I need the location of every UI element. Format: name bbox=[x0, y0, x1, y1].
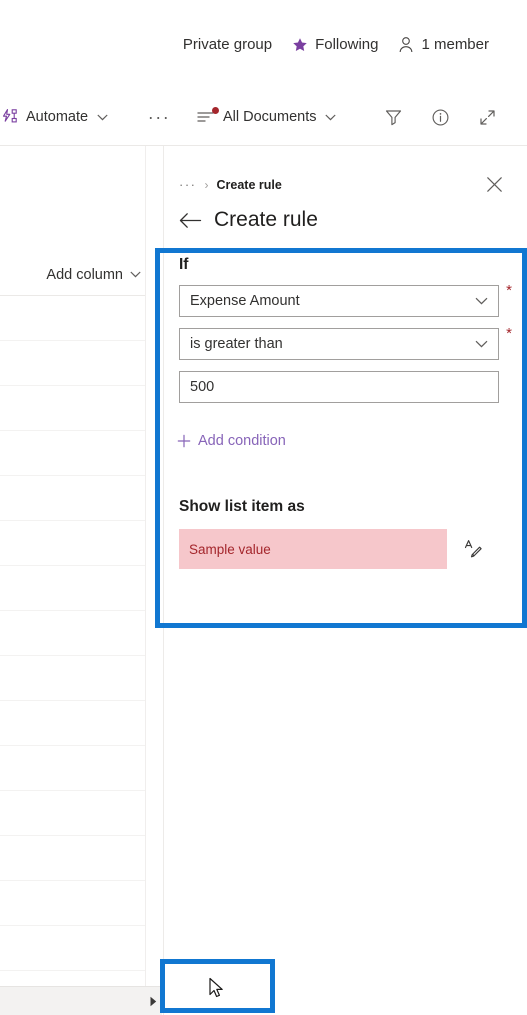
members-button[interactable]: 1 member bbox=[398, 36, 489, 53]
view-selector-wrap: All Documents bbox=[190, 97, 343, 137]
operator-select[interactable]: is greater than bbox=[179, 328, 499, 360]
add-condition-label: Add condition bbox=[198, 433, 286, 449]
command-bar: Automate ··· All Documents bbox=[0, 89, 527, 146]
if-label: If bbox=[179, 256, 189, 273]
add-column-button[interactable]: Add column bbox=[46, 267, 145, 283]
privacy-label: Private group bbox=[183, 36, 272, 53]
table-row[interactable] bbox=[0, 926, 145, 971]
view-list-icon bbox=[197, 107, 219, 124]
scroll-right-arrow-icon[interactable] bbox=[144, 987, 162, 1015]
table-row[interactable] bbox=[0, 566, 145, 611]
expand-button[interactable] bbox=[468, 97, 506, 137]
flow-automate-icon bbox=[2, 108, 17, 123]
format-text-pen-icon bbox=[464, 540, 482, 558]
sample-value-text: Sample value bbox=[189, 541, 271, 557]
page-title: Create rule bbox=[214, 208, 318, 231]
table-row[interactable] bbox=[0, 881, 145, 926]
amount-input-value: 500 bbox=[190, 379, 215, 395]
table-row[interactable] bbox=[0, 386, 145, 431]
table-row[interactable] bbox=[0, 341, 145, 386]
view-selector-button[interactable]: All Documents bbox=[190, 97, 343, 137]
following-button[interactable]: Following bbox=[292, 36, 378, 53]
operator-required-asterisk: * bbox=[506, 325, 512, 342]
person-icon bbox=[400, 37, 413, 53]
automate-label: Automate bbox=[26, 109, 89, 125]
table-row[interactable] bbox=[0, 521, 145, 566]
chevron-down-icon bbox=[97, 114, 108, 120]
add-column-label: Add column bbox=[46, 266, 123, 283]
automate-button[interactable]: Automate bbox=[0, 97, 115, 137]
add-column-header-cell: Add column bbox=[0, 254, 145, 296]
list-rows bbox=[0, 296, 145, 971]
table-row[interactable] bbox=[0, 431, 145, 476]
breadcrumb-separator: › bbox=[204, 177, 209, 192]
add-condition-button[interactable]: Add condition bbox=[177, 433, 286, 449]
panel-back-button[interactable] bbox=[179, 212, 202, 229]
panel-close-button[interactable] bbox=[479, 169, 509, 199]
table-row[interactable] bbox=[0, 791, 145, 836]
table-row[interactable] bbox=[0, 656, 145, 701]
column-select-value: Expense Amount bbox=[190, 293, 300, 309]
table-row[interactable] bbox=[0, 476, 145, 521]
show-as-row: Sample value bbox=[179, 529, 527, 569]
column-select-row: Expense Amount * bbox=[179, 282, 512, 317]
chevron-down-icon bbox=[325, 114, 337, 120]
operator-select-value: is greater than bbox=[190, 336, 283, 352]
expand-icon bbox=[479, 109, 495, 125]
filter-icon bbox=[385, 109, 401, 125]
column-divider bbox=[145, 146, 146, 986]
breadcrumb-overflow-button[interactable]: ··· bbox=[179, 177, 197, 192]
back-arrow-icon bbox=[179, 212, 202, 228]
star-icon bbox=[293, 37, 307, 51]
sample-value-swatch[interactable]: Sample value bbox=[179, 529, 447, 569]
command-bar-icon-group bbox=[374, 97, 506, 137]
column-required-asterisk: * bbox=[506, 282, 512, 299]
create-rule-panel: ··· › Create rule Create rule If Expense… bbox=[163, 146, 527, 1015]
panel-title-row: Create rule bbox=[179, 208, 318, 232]
view-label: All Documents bbox=[223, 109, 317, 125]
chevron-down-icon bbox=[475, 297, 488, 305]
table-row[interactable] bbox=[0, 836, 145, 881]
format-style-button[interactable] bbox=[447, 529, 497, 569]
chevron-down-icon bbox=[130, 271, 141, 278]
table-row[interactable] bbox=[0, 296, 145, 341]
breadcrumb: ··· › Create rule bbox=[179, 177, 282, 192]
site-meta-group: Private group Following 1 member bbox=[183, 36, 489, 53]
app-root: Private group Following 1 member Automat… bbox=[0, 0, 527, 1015]
following-label: Following bbox=[315, 36, 379, 53]
automate-button-wrap: Automate bbox=[0, 97, 115, 137]
table-row[interactable] bbox=[0, 701, 145, 746]
amount-input[interactable]: 500 bbox=[179, 371, 499, 403]
operator-select-row: is greater than * bbox=[179, 325, 512, 360]
chevron-down-icon bbox=[475, 340, 488, 348]
filter-button[interactable] bbox=[374, 97, 412, 137]
rule-form: If Expense Amount * is greater than * 50… bbox=[164, 256, 527, 569]
view-unsaved-badge bbox=[212, 107, 219, 114]
documents-list-area: Add column bbox=[0, 146, 165, 986]
command-bar-overflow-button[interactable]: ··· bbox=[143, 97, 175, 137]
members-label: 1 member bbox=[421, 36, 489, 53]
close-icon bbox=[486, 176, 502, 192]
privacy-label-text: Private group bbox=[182, 36, 273, 53]
breadcrumb-current: Create rule bbox=[216, 177, 282, 192]
horizontal-scrollbar[interactable] bbox=[0, 986, 162, 1015]
table-row[interactable] bbox=[0, 746, 145, 791]
show-list-item-as-label: Show list item as bbox=[179, 498, 305, 515]
column-select[interactable]: Expense Amount bbox=[179, 285, 499, 317]
table-row[interactable] bbox=[0, 611, 145, 656]
site-header: Private group Following 1 member bbox=[0, 0, 527, 89]
info-icon bbox=[432, 109, 448, 125]
info-button[interactable] bbox=[421, 97, 459, 137]
plus-icon bbox=[177, 434, 191, 448]
